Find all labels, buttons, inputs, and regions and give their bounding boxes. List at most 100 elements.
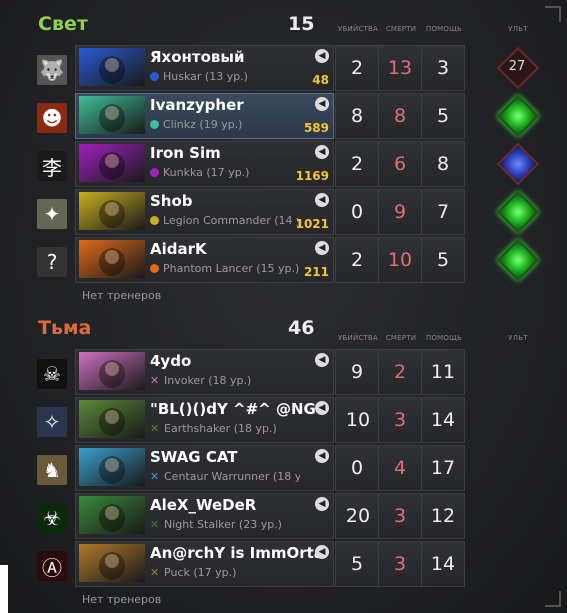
player-name: Iron Sim [150,144,221,162]
hero-name-level: Kunkka (17 ур.) [163,166,250,179]
panel-corner-top-right [545,6,561,22]
player-name: Shob [150,192,193,210]
hero-class-icon: ✕ [150,470,160,483]
hero-name-level: Phantom Lancer (15 ур.) [163,262,300,275]
player-card[interactable]: Shob Legion Commander (14 ур.) ◀ 1021 [75,189,334,235]
player-card[interactable]: Ivanzypher Clinkz (19 ур.) ◀ 589 [75,93,334,139]
hero-info: ✕ Night Stalker (23 ур.) [150,518,300,531]
hero-portrait-icon [79,496,145,534]
speaker-icon[interactable]: ◀ [315,145,329,159]
speaker-icon[interactable]: ◀ [315,97,329,111]
kills-value: 0 [335,189,379,235]
player-card[interactable]: SWAG CAT ✕ Centaur Warrunner (18 ур.) ◀ [75,445,334,491]
dire-col-assists: Помощь [426,334,462,342]
radiant-col-ult: Ульт [508,25,528,33]
deaths-value: 13 [378,45,422,91]
player-color-icon [150,168,159,177]
player-row[interactable]: ☣ AleX_WeDeR ✕ Night Stalker (23 ур.) ◀ 20 3 12 [0,493,567,539]
hero-class-icon: ✕ [150,566,160,579]
hero-name-level: Centaur Warrunner (18 ур.) [164,470,300,483]
assists-value: 7 [421,189,465,235]
kills-value: 2 [335,45,379,91]
ultimate-diamond-icon [496,94,540,138]
hero-info: ✕ Earthshaker (18 ур.) [150,422,300,435]
kills-value: 9 [335,349,379,395]
player-card[interactable]: AleX_WeDeR ✕ Night Stalker (23 ур.) ◀ [75,493,334,539]
speaker-icon[interactable]: ◀ [315,497,329,511]
deaths-value: 10 [378,237,422,283]
ultimate-diamond-icon [496,238,540,282]
assists-value: 11 [421,349,465,395]
kills-value: 0 [335,445,379,491]
deaths-value: 3 [378,493,422,539]
speaker-icon[interactable]: ◀ [315,241,329,255]
hero-info: Huskar (13 ур.) [150,70,300,83]
deaths-value: 4 [378,445,422,491]
player-card[interactable]: AidarK Phantom Lancer (15 ур.) ◀ 211 [75,237,334,283]
hero-name-level: Earthshaker (18 ур.) [164,422,277,435]
player-row[interactable]: ☠ 4ydo ✕ Invoker (18 ур.) ◀ 9 2 11 [0,349,567,395]
dire-col-ult: Ульт [508,334,528,342]
speaker-icon[interactable]: ◀ [315,49,329,63]
kills-value: 10 [335,397,381,443]
ultimate-status-icon [496,238,540,282]
player-name: 4ydo [150,352,192,370]
hero-class-icon: ✕ [150,518,160,531]
player-card[interactable]: 4ydo ✕ Invoker (18 ур.) ◀ [75,349,334,395]
radiant-no-coaches: Нет тренеров [82,289,162,302]
kanji-icon: 李 [37,151,67,181]
kills-value: 2 [335,141,379,187]
ultimate-status-icon [496,190,540,234]
assists-value: 5 [421,237,465,283]
assists-value: 12 [421,493,465,539]
hero-name-level: Legion Commander (14 ур.) [163,214,300,227]
hero-name-level: Night Stalker (23 ур.) [164,518,282,531]
speaker-icon[interactable]: ◀ [315,193,329,207]
player-name: SWAG CAT [150,448,238,466]
speaker-icon[interactable]: ◀ [315,401,329,415]
ultimate-status-icon [496,142,540,186]
hero-class-icon: ✕ [150,374,160,387]
speaker-icon[interactable]: ◀ [315,545,329,559]
player-row[interactable]: 🐺 Яхонтовый Huskar (13 ур.) ◀ 48 2 13 3 27 [0,45,567,91]
player-row[interactable]: 李 Iron Sim Kunkka (17 ур.) ◀ 1169 2 6 8 [0,141,567,187]
player-gold: 589 [303,121,329,135]
player-row[interactable]: Ⓐ An@rchY is ImmOrtaL ✕ Puck (17 ур.) ◀ 5 3 14 [0,541,567,587]
player-card[interactable]: Яхонтовый Huskar (13 ур.) ◀ 48 [75,45,334,91]
player-row[interactable]: ✧ "BL()()dY ^#^ @NGeL ✕ Earthshaker (18 ур.… [0,397,567,443]
deaths-value: 8 [378,93,422,139]
assists-value: 14 [421,541,465,587]
deaths-value: 6 [378,141,422,187]
hero-name-level: Huskar (13 ур.) [163,70,248,83]
hero-portrait-icon [79,544,145,582]
player-row[interactable]: ✦ Shob Legion Commander (14 ур.) ◀ 1021 097 [0,189,567,235]
player-row[interactable]: ♞ SWAG CAT ✕ Centaur Warrunner (18 ур.) ◀ 041… [0,445,567,491]
player-name: AidarK [150,240,207,258]
hero-portrait-icon [79,448,145,486]
dire-team-name: Тьма [38,317,92,339]
speaker-icon[interactable]: ◀ [315,353,329,367]
hero-info: ✕ Centaur Warrunner (18 ур.) [150,470,300,483]
deaths-value: 3 [378,397,422,443]
hero-name-level: Clinkz (19 ур.) [163,118,243,131]
bird-icon: ✧ [37,407,67,437]
player-card[interactable]: An@rchY is ImmOrtaL ✕ Puck (17 ур.) ◀ [75,541,334,587]
hero-info: Phantom Lancer (15 ур.) [150,262,300,275]
kills-value: 8 [335,93,379,139]
portrait-icon: ✦ [37,199,67,229]
hero-portrait-icon [79,48,145,86]
player-row[interactable]: ? AidarK Phantom Lancer (15 ур.) ◀ 211 2 10 5 [0,237,567,283]
hero-name-level: Invoker (18 ур.) [164,374,252,387]
speaker-icon[interactable]: ◀ [315,449,329,463]
ultimate-diamond-icon [496,142,540,186]
player-row[interactable]: ☻ Ivanzypher Clinkz (19 ур.) ◀ 589 8 8 5 [0,93,567,139]
player-card[interactable]: "BL()()dY ^#^ @NGeL ✕ Earthshaker (18 ур.)… [75,397,334,443]
hero-info: ✕ Puck (17 ур.) [150,566,300,579]
player-name: AleX_WeDeR [150,496,257,514]
hero-portrait-icon [79,240,145,278]
player-card[interactable]: Iron Sim Kunkka (17 ур.) ◀ 1169 [75,141,334,187]
radiant-team-score: 15 [288,13,315,35]
hero-portrait-icon [79,352,145,390]
figure-icon: ♞ [37,455,67,485]
player-color-icon [150,72,159,81]
